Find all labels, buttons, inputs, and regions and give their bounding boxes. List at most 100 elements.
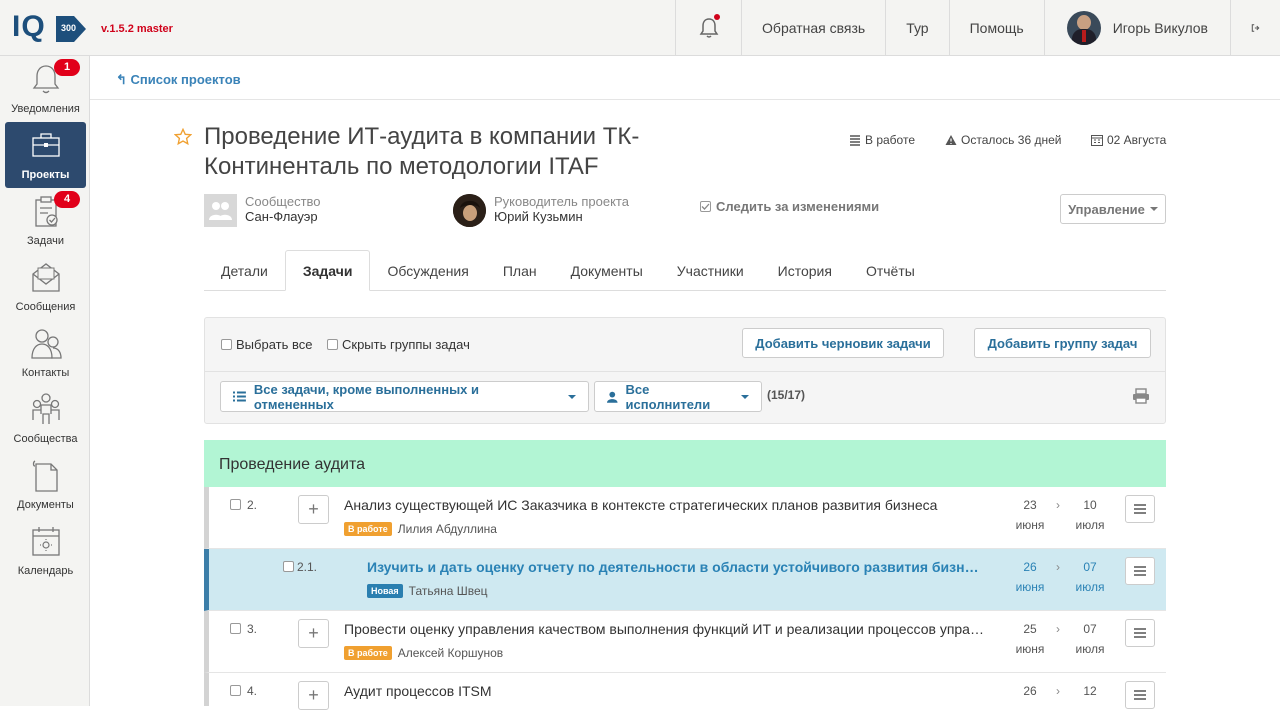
task-end-date: 12 <box>1070 681 1110 701</box>
manager-value: Юрий Кузьмин <box>494 209 583 224</box>
tour-link[interactable]: Тур <box>885 0 948 56</box>
manage-dropdown-button[interactable]: Управление <box>1060 194 1166 224</box>
sidebar-item-messages[interactable]: Сообщения <box>5 254 86 320</box>
user-menu[interactable]: Игорь Викулов <box>1043 0 1230 56</box>
task-menu-button[interactable] <box>1125 557 1155 585</box>
task-end-date: 10 июля <box>1070 495 1110 535</box>
task-meta: В работе Алексей Коршунов <box>344 646 503 660</box>
task-row[interactable]: 2. + Анализ существующей ИС Заказчика в … <box>204 487 1166 549</box>
task-assignee[interactable]: Татьяна Швец <box>409 584 488 598</box>
end-month: июля <box>1075 580 1105 594</box>
header-divider <box>90 99 1280 100</box>
add-subtask-button[interactable]: + <box>298 619 329 648</box>
task-title[interactable]: Аудит процессов ITSM <box>344 683 984 699</box>
task-checkbox[interactable] <box>230 623 241 634</box>
sidebar-item-communities[interactable]: Сообщества <box>5 386 86 452</box>
plus-icon: + <box>308 623 319 643</box>
tab-tasks[interactable]: Задачи <box>284 250 371 291</box>
version-label: v.1.5.2 master <box>101 23 173 35</box>
tab-participants[interactable]: Участники <box>660 250 761 291</box>
task-checkbox[interactable] <box>230 499 241 510</box>
sidebar-item-documents[interactable]: Документы <box>5 452 86 518</box>
sidebar-item-label: Уведомления <box>11 103 80 115</box>
hide-groups-checkbox[interactable]: Скрыть группы задач <box>327 337 470 352</box>
task-title[interactable]: Провести оценку управления качеством вып… <box>344 621 984 637</box>
sidebar-item-tasks[interactable]: 4 Задачи <box>5 188 86 254</box>
tab-reports[interactable]: Отчёты <box>849 250 932 291</box>
task-menu-button[interactable] <box>1125 681 1155 709</box>
task-title[interactable]: Анализ существующей ИС Заказчика в конте… <box>344 497 984 513</box>
end-day: 07 <box>1083 622 1097 636</box>
chevron-right-icon: › <box>1056 684 1060 698</box>
project-deadline: 02 Августа <box>1091 133 1166 147</box>
task-number: 4. <box>247 684 258 698</box>
task-checkbox[interactable] <box>230 685 241 696</box>
feedback-link[interactable]: Обратная связь <box>741 0 885 56</box>
task-assignee[interactable]: Лилия Абдуллина <box>398 522 497 536</box>
print-icon[interactable] <box>1132 388 1150 404</box>
task-assignee[interactable]: Алексей Коршунов <box>398 646 503 660</box>
sidebar-item-contacts[interactable]: Контакты <box>5 320 86 386</box>
tab-plan[interactable]: План <box>486 250 554 291</box>
task-checkbox[interactable] <box>283 561 294 572</box>
notifications-button[interactable] <box>675 0 741 56</box>
hamburger-icon <box>1134 690 1146 700</box>
checkbox[interactable] <box>327 339 338 350</box>
user-name: Игорь Викулов <box>1112 20 1208 36</box>
favorite-star-icon[interactable] <box>174 128 192 146</box>
tab-documents[interactable]: Документы <box>554 250 660 291</box>
add-task-group-button[interactable]: Добавить группу задач <box>974 328 1151 358</box>
sidebar-item-projects[interactable]: Проекты <box>5 122 86 188</box>
select-all-checkbox[interactable]: Выбрать все <box>221 337 312 352</box>
tasks-badge: 4 <box>54 191 80 208</box>
list-icon <box>233 391 246 402</box>
tab-discussions[interactable]: Обсуждения <box>370 250 485 291</box>
task-filter-dropdown[interactable]: Все задачи, кроме выполненных и отмененн… <box>220 381 589 412</box>
checkbox[interactable] <box>700 201 711 212</box>
project-remaining-text: Осталось 36 дней <box>961 133 1062 147</box>
task-menu-button[interactable] <box>1125 619 1155 647</box>
community-value: Сан-Флауэр <box>245 209 318 224</box>
logout-button[interactable] <box>1230 0 1280 56</box>
task-row[interactable]: 2.1. Изучить и дать оценку отчету по дея… <box>204 549 1166 611</box>
check-icon <box>701 203 710 210</box>
community-icon <box>32 393 60 424</box>
bell-icon <box>699 18 718 38</box>
tab-history[interactable]: История <box>761 250 849 291</box>
back-to-projects-link[interactable]: ↰ Список проектов <box>116 72 241 88</box>
hamburger-icon <box>1134 566 1146 576</box>
checkbox[interactable] <box>221 339 232 350</box>
status-badge: Новая <box>367 584 403 598</box>
add-subtask-button[interactable]: + <box>298 495 329 524</box>
task-number: 3. <box>247 622 258 636</box>
task-end-date: 07 июля <box>1070 557 1110 597</box>
task-number: 2.1. <box>297 560 318 574</box>
chevron-down-icon <box>741 394 749 399</box>
tab-details[interactable]: Детали <box>204 250 285 291</box>
end-day: 10 <box>1083 498 1097 512</box>
sidebar-item-label: Календарь <box>17 565 74 577</box>
sidebar-item-notifications[interactable]: 1 Уведомления <box>5 56 86 122</box>
start-day: 23 <box>1023 498 1037 512</box>
task-menu-button[interactable] <box>1125 495 1155 523</box>
warning-icon <box>945 135 957 145</box>
add-draft-task-button[interactable]: Добавить черновик задачи <box>742 328 944 358</box>
app-logo[interactable]: IQ 300 <box>12 10 92 46</box>
task-title[interactable]: Изучить и дать оценку отчету по деятельн… <box>367 559 984 575</box>
task-row[interactable]: 4. + Аудит процессов ITSM 26 › 12 <box>204 673 1166 710</box>
assignee-filter-dropdown[interactable]: Все исполнители <box>594 381 762 412</box>
task-group-header[interactable]: Проведение аудита <box>204 440 1166 487</box>
start-day: 26 <box>1023 684 1037 698</box>
project-community[interactable]: Сообщество Сан-Флауэр <box>204 194 321 227</box>
project-manager[interactable]: Руководитель проекта Юрий Кузьмин <box>453 194 629 227</box>
user-icon <box>607 391 618 403</box>
list-icon <box>850 135 860 146</box>
task-start-date: 26 <box>1010 681 1050 701</box>
toolbar-divider <box>205 371 1165 372</box>
end-day: 12 <box>1083 684 1097 698</box>
task-row[interactable]: 3. + Провести оценку управления качество… <box>204 611 1166 673</box>
help-link[interactable]: Помощь <box>948 0 1044 56</box>
sidebar-item-calendar[interactable]: Календарь <box>5 518 86 584</box>
task-end-date: 07 июля <box>1070 619 1110 659</box>
follow-changes-checkbox[interactable]: Следить за изменениями <box>700 199 879 214</box>
